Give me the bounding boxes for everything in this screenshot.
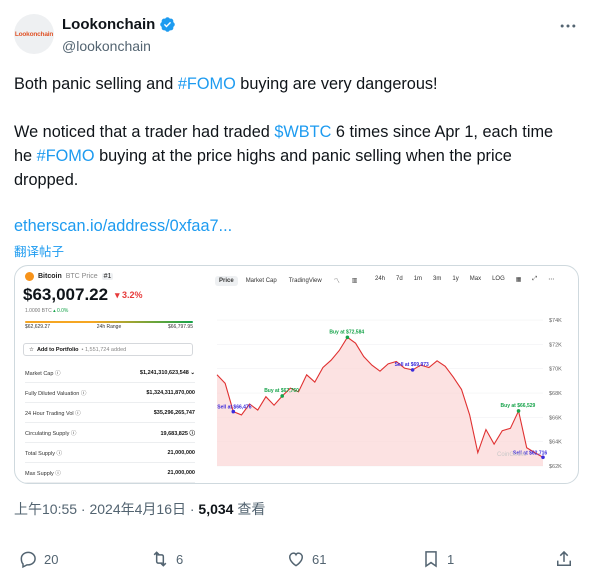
avatar[interactable]: Lookonchain [14, 14, 54, 54]
range-tabs: 24h 7d 1m 3m 1y Max LOG ▦ ⤢ ⋯ [372, 274, 557, 285]
more-options-icon[interactable] [558, 16, 578, 36]
sell-label: Sell at $66,476 [217, 405, 251, 411]
bookmark-count: 1 [447, 551, 455, 567]
hashtag-link[interactable]: #FOMO [178, 75, 236, 93]
chart-tabs: Price Market Cap TradingView 〽 ▥ [215, 274, 361, 287]
buy-label: Buy at $72,584 [329, 329, 364, 335]
price-chart: $74K $72K $70K $68K $66K $64K $62K Sell at $66,… [216, 318, 562, 470]
post-meta: 上午10:55 · 2024年4月16日 · 5,034 查看 [14, 501, 266, 517]
tweet-text: Both panic selling and #FOMO buying are … [14, 72, 580, 192]
verified-badge-icon [160, 17, 176, 32]
btc-line: 1.0000 BTC ▴ 0.0% [25, 308, 69, 314]
tab-price: Price [215, 275, 238, 286]
add-to-portfolio-button: ☆ Add to Portfolio • 1,551,724 added [23, 343, 193, 356]
translate-post-link[interactable]: 翻译帖子 [14, 241, 64, 260]
share-icon [557, 550, 571, 566]
buy-label: Buy at $67,760 [264, 388, 299, 394]
y-tick-label: $74K [549, 318, 562, 324]
heart-icon [288, 552, 304, 567]
reply-count: 20 [44, 551, 59, 567]
external-link[interactable]: etherscan.io/address/0xfaa7... [14, 217, 232, 236]
stat-row: Fully Diluted Valuation ⓘ $1,324,311,870,… [25, 383, 195, 403]
buy-marker [345, 335, 350, 340]
y-tick-label: $64K [549, 440, 562, 446]
repost-count: 6 [176, 551, 184, 567]
tab-tradingview: TradingView [288, 277, 322, 284]
candle-chart-icon: ▥ [351, 278, 358, 284]
calendar-icon: ▦ [515, 277, 522, 283]
sell-marker [410, 368, 415, 372]
like-button[interactable]: 61 [286, 549, 326, 569]
stat-row: Circulating Supply ⓘ 19,683,825 ⓘ [25, 423, 195, 443]
bookmark-button[interactable]: 1 [421, 549, 454, 569]
author-handle[interactable]: @lookonchain [62, 38, 151, 54]
avatar-text: Lookonchain [14, 30, 54, 38]
cashtag-link[interactable]: $WBTC [274, 123, 331, 141]
author-name[interactable]: Lookonchain [62, 16, 155, 33]
expand-icon: ⤢ [532, 276, 538, 282]
repost-button[interactable]: 6 [150, 549, 183, 569]
price-area [217, 337, 543, 466]
range-bar [25, 321, 193, 323]
buy-marker [516, 409, 521, 413]
bitcoin-icon [25, 272, 34, 281]
hashtag-link[interactable]: #FOMO [37, 147, 95, 165]
view-count: 5,034 [198, 501, 234, 517]
stat-row: Max Supply ⓘ 21,000,000 [25, 463, 195, 483]
range-row: $62,629.27 24h Range $66,797.95 [25, 324, 193, 330]
post-time[interactable]: 上午10:55 · 2024年4月16日 · [14, 501, 198, 517]
price-change: ▾ 3.2% [115, 290, 143, 300]
tweet-line: We noticed that a trader had traded $WBT… [14, 123, 554, 141]
tweet-line: Both panic selling and #FOMO buying are … [14, 75, 438, 93]
stat-row: 24 Hour Trading Vol ⓘ $35,296,265,747 [25, 403, 195, 423]
author-name-row: Lookonchain [62, 16, 176, 33]
coin-name: Bitcoin [38, 273, 62, 280]
stat-row: Market Cap ⓘ $1,241,310,623,548 ⌄ [25, 363, 195, 383]
tab-market-cap: Market Cap [245, 277, 277, 284]
media-image[interactable]: Bitcoin BTC Price #1 $63,007.22 ▾ 3.2% 1… [14, 265, 579, 484]
reply-button[interactable]: 20 [18, 549, 58, 569]
more-icon: ⋯ [548, 277, 555, 283]
line-chart-icon: 〽 [333, 279, 340, 285]
coin-rank: #1 [101, 273, 114, 280]
tweet-line: dropped. [14, 171, 79, 189]
coin-header: Bitcoin BTC Price #1 [25, 272, 114, 281]
watermark-text: CoinGecko [497, 452, 527, 458]
buy-label: Buy at $66,529 [501, 403, 536, 409]
buy-marker [280, 394, 284, 398]
stat-row: Total Supply ⓘ 21,000,000 [25, 443, 195, 463]
coin-price: $63,007.22 [23, 285, 109, 304]
y-tick-label: $66K [549, 415, 562, 421]
y-tick-label: $72K [549, 342, 562, 348]
bookmark-icon [425, 551, 437, 568]
share-button[interactable] [554, 549, 574, 569]
y-tick-label: $68K [549, 391, 562, 397]
coin-sub: BTC Price [65, 273, 98, 280]
repost-icon [153, 551, 167, 567]
tweet-line: he #FOMO buying at the price highs and p… [14, 147, 512, 165]
action-bar: 20 6 61 1 [18, 545, 578, 575]
sell-label: Sell at $69,973 [395, 362, 429, 368]
y-tick-label: $62K [549, 464, 562, 470]
y-tick-label: $70K [549, 367, 562, 373]
reply-icon [20, 551, 36, 569]
stats-table: Market Cap ⓘ $1,241,310,623,548 ⌄ Fully D… [25, 363, 195, 483]
like-count: 61 [312, 551, 327, 567]
